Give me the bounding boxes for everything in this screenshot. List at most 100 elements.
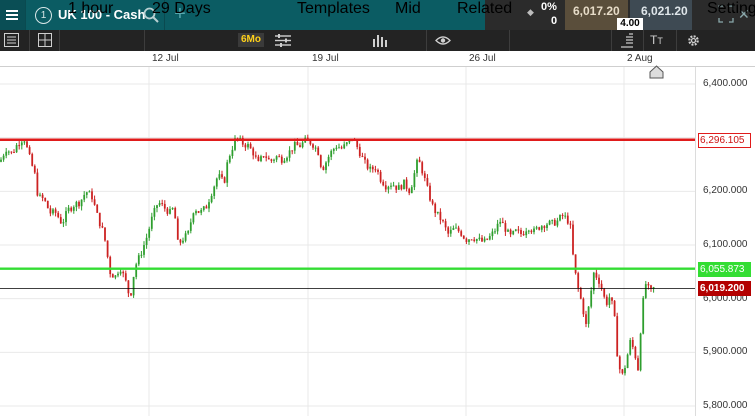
- candle-body: [483, 238, 486, 242]
- candle-body: [228, 155, 231, 163]
- candle-body: [587, 306, 590, 324]
- price-axis-tick-label: 6,400.000: [703, 78, 748, 89]
- candle-body: [405, 179, 408, 189]
- candle-body: [556, 220, 559, 226]
- indicators-icon[interactable]: [275, 34, 291, 47]
- candle-body: [150, 216, 153, 229]
- price-type-selector[interactable]: Mid: [395, 0, 421, 18]
- candle-body: [561, 215, 564, 217]
- candle-body: [20, 142, 23, 146]
- grid-icon[interactable]: [38, 33, 52, 47]
- candle-body: [637, 358, 639, 371]
- candle-body: [408, 188, 411, 194]
- candle-body: [390, 185, 392, 187]
- candle-body: [15, 145, 18, 153]
- text-icon[interactable]: TT: [650, 33, 663, 47]
- gear-icon[interactable]: [686, 33, 701, 48]
- candle-body: [226, 162, 229, 183]
- candle-body: [67, 207, 70, 212]
- candle-body: [642, 297, 645, 334]
- candle-body: [249, 143, 252, 149]
- candle-body: [275, 156, 278, 160]
- candle-body: [91, 191, 93, 200]
- candle-body: [416, 159, 418, 174]
- candle-body: [608, 297, 611, 305]
- candle-body: [429, 185, 431, 201]
- menu-button[interactable]: [0, 0, 25, 30]
- candle-body: [397, 185, 400, 190]
- candle-body: [460, 231, 463, 236]
- range-selector[interactable]: 29 Days: [152, 0, 211, 18]
- candle-body: [639, 333, 642, 371]
- candle-body: [569, 223, 572, 225]
- candle-body: [111, 274, 114, 278]
- date-axis-label: 2 Aug: [627, 53, 653, 64]
- candle-body: [559, 215, 561, 221]
- candle-body: [631, 339, 634, 347]
- candle-body: [332, 148, 335, 151]
- candle-body: [10, 151, 13, 153]
- candle-body: [36, 172, 39, 196]
- candle-body: [124, 273, 127, 281]
- price-axis-tick-label: 5,900.000: [703, 346, 748, 358]
- candle-body: [215, 178, 218, 187]
- range-badge[interactable]: 6Mo: [238, 33, 264, 47]
- candle-body: [478, 237, 481, 240]
- candle-body: [210, 195, 213, 203]
- candle-body: [330, 150, 333, 157]
- candle-body: [343, 144, 346, 149]
- eye-icon[interactable]: [435, 35, 451, 46]
- candle-body: [161, 203, 164, 205]
- candle-body: [426, 177, 429, 186]
- candle-body: [507, 229, 509, 232]
- candle-body: [213, 186, 216, 196]
- divider: [144, 30, 145, 51]
- candle-body: [179, 239, 182, 243]
- candle-body: [83, 194, 86, 200]
- candle-body: [200, 209, 203, 213]
- change-points: 0: [551, 15, 558, 27]
- candle-body: [137, 255, 140, 265]
- candle-body: [244, 144, 247, 148]
- candle-body: [533, 228, 535, 233]
- candle-body: [135, 264, 138, 277]
- candle-body: [423, 173, 426, 178]
- candle-body: [33, 165, 36, 173]
- settings-button[interactable]: Settings: [707, 0, 755, 18]
- candle-body: [171, 207, 174, 210]
- calendar-icon[interactable]: [620, 33, 634, 48]
- candle-body: [582, 298, 585, 315]
- candle-body: [634, 346, 637, 359]
- candle-body: [312, 144, 314, 148]
- spread-value: 4.00: [617, 18, 643, 30]
- candle-body: [553, 219, 556, 226]
- interval-selector[interactable]: 1 hour: [68, 0, 113, 18]
- candle-body: [75, 201, 78, 208]
- candle-body: [46, 200, 49, 209]
- candle-body: [57, 212, 60, 218]
- candle-body: [520, 230, 522, 235]
- candle-body: [577, 273, 580, 289]
- templates-button[interactable]: Templates: [297, 0, 370, 18]
- menu-icon-line: [6, 18, 18, 20]
- candle-body: [187, 230, 190, 234]
- layout-icon[interactable]: [4, 33, 19, 47]
- price-chart[interactable]: [0, 67, 695, 416]
- divider: [426, 30, 427, 51]
- candle-body: [481, 237, 483, 242]
- candle-body: [49, 208, 52, 214]
- candle-body: [104, 227, 106, 241]
- candle-body: [449, 229, 452, 234]
- candle-body: [93, 199, 96, 205]
- related-button[interactable]: Related: [457, 0, 512, 18]
- candle-body: [327, 156, 330, 163]
- candle-body: [301, 142, 304, 148]
- candle-body: [31, 154, 34, 166]
- candle-body: [72, 207, 75, 211]
- bar-chart-icon[interactable]: [372, 34, 388, 47]
- buy-price: 6,021.20: [641, 4, 688, 18]
- candle-body: [447, 227, 450, 234]
- candle-body: [286, 157, 288, 161]
- candle-body: [153, 208, 156, 217]
- candle-body: [85, 192, 88, 195]
